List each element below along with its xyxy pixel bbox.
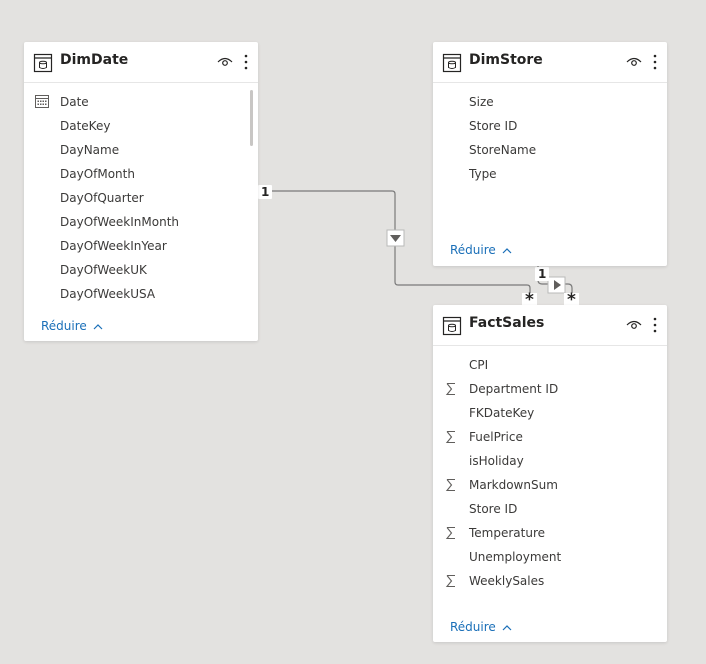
- field-dayofmonth[interactable]: DayOfMonth: [60, 167, 135, 181]
- filter-direction-marker-store[interactable]: [547, 276, 566, 294]
- table-card-dimstore[interactable]: DimStore Size Store ID StoreName Type Ré…: [433, 42, 667, 266]
- sigma-icon: [445, 526, 455, 540]
- table-header-factsales[interactable]: FactSales: [433, 305, 667, 346]
- field-size[interactable]: Size: [469, 95, 494, 109]
- table-icon: [33, 53, 53, 73]
- table-icon: [442, 53, 462, 73]
- table-title: DimStore: [469, 52, 543, 68]
- collapse-label: Réduire: [41, 319, 87, 333]
- sigma-icon: [445, 478, 455, 492]
- collapse-label: Réduire: [450, 620, 496, 634]
- field-datekey[interactable]: DateKey: [60, 119, 110, 133]
- sigma-icon: [445, 382, 455, 396]
- field-storename[interactable]: StoreName: [469, 143, 536, 157]
- field-weeklysales[interactable]: WeeklySales: [469, 574, 544, 588]
- field-fkdatekey[interactable]: FKDateKey: [469, 406, 534, 420]
- field-unemployment[interactable]: Unemployment: [469, 550, 561, 564]
- field-dayofweekinmonth[interactable]: DayOfWeekInMonth: [60, 215, 179, 229]
- calendar-icon: [35, 95, 49, 108]
- sigma-icon: [445, 574, 455, 588]
- table-card-dimdate[interactable]: DimDate Date DateKey DayName DayOfMonth …: [24, 42, 258, 341]
- field-temperature[interactable]: Temperature: [469, 526, 545, 540]
- table-title: DimDate: [60, 52, 129, 68]
- field-dayofweekuk[interactable]: DayOfWeekUK: [60, 263, 147, 277]
- eye-icon[interactable]: [626, 319, 642, 331]
- table-title: FactSales: [469, 315, 545, 331]
- chevron-up-icon: [502, 247, 512, 253]
- more-options-icon[interactable]: [653, 54, 657, 70]
- field-dayofweekinyear[interactable]: DayOfWeekInYear: [60, 239, 167, 253]
- cardinality-one-dimdate: 1: [258, 185, 273, 199]
- field-department-id[interactable]: Department ID: [469, 382, 558, 396]
- field-type[interactable]: Type: [469, 167, 497, 181]
- field-store-id[interactable]: Store ID: [469, 502, 517, 516]
- collapse-link[interactable]: Réduire: [450, 620, 512, 634]
- field-dayofweekusa[interactable]: DayOfWeekUSA: [60, 287, 155, 301]
- field-dayofquarter[interactable]: DayOfQuarter: [60, 191, 144, 205]
- more-options-icon[interactable]: [244, 54, 248, 70]
- field-cpi[interactable]: CPI: [469, 358, 488, 372]
- eye-icon[interactable]: [626, 56, 642, 68]
- chevron-up-icon: [93, 323, 103, 329]
- field-dayname[interactable]: DayName: [60, 143, 119, 157]
- table-card-factsales[interactable]: FactSales CPI Department ID FKDateKey Fu…: [433, 305, 667, 642]
- more-options-icon[interactable]: [653, 317, 657, 333]
- collapse-link[interactable]: Réduire: [450, 243, 512, 257]
- field-fuelprice[interactable]: FuelPrice: [469, 430, 523, 444]
- chevron-up-icon: [502, 624, 512, 630]
- collapse-label: Réduire: [450, 243, 496, 257]
- field-isholiday[interactable]: isHoliday: [469, 454, 524, 468]
- filter-direction-marker-date[interactable]: [386, 229, 405, 247]
- eye-icon[interactable]: [217, 56, 233, 68]
- collapse-link[interactable]: Réduire: [41, 319, 103, 333]
- field-date[interactable]: Date: [60, 95, 89, 109]
- field-markdownsum[interactable]: MarkdownSum: [469, 478, 558, 492]
- scrollbar-thumb[interactable]: [250, 90, 253, 146]
- cardinality-one-dimstore: 1: [535, 267, 550, 281]
- sigma-icon: [445, 430, 455, 444]
- table-header-dimdate[interactable]: DimDate: [24, 42, 258, 83]
- field-store-id[interactable]: Store ID: [469, 119, 517, 133]
- table-icon: [442, 316, 462, 336]
- table-header-dimstore[interactable]: DimStore: [433, 42, 667, 83]
